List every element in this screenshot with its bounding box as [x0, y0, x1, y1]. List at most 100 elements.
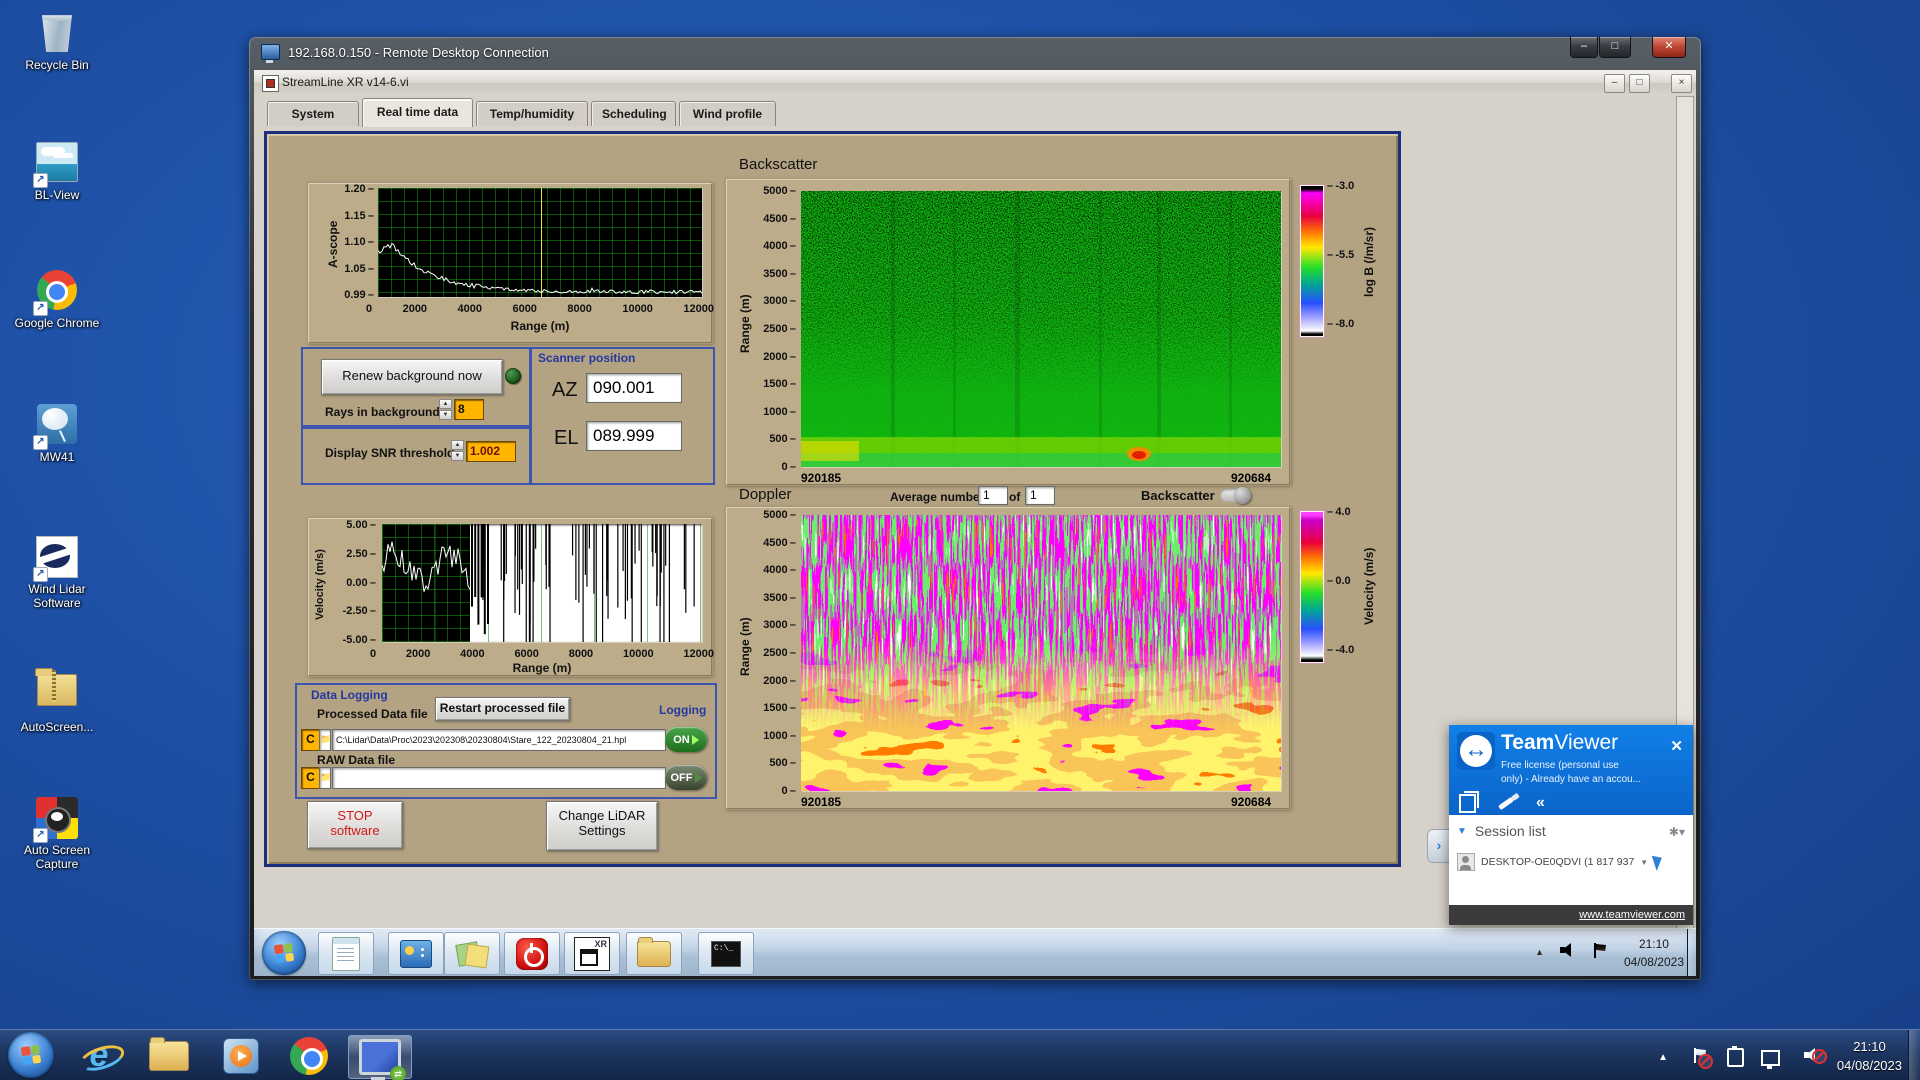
background-controls-box: Renew background now Rays in background …: [301, 347, 531, 429]
tray-expand-icon[interactable]: ▲: [1658, 1052, 1668, 1063]
remote-start-button[interactable]: [262, 931, 306, 975]
doppler-x-start: 920185: [801, 795, 842, 809]
restart-processed-file-button[interactable]: Restart processed file: [435, 697, 570, 721]
tab-system-setup[interactable]: System setup: [267, 101, 359, 145]
taskbar-chrome-icon[interactable]: [286, 1035, 332, 1077]
taskbar-wmp-icon[interactable]: [218, 1035, 264, 1077]
snr-spinner[interactable]: ▲ ▼: [451, 440, 464, 461]
processed-browse-icon[interactable]: 📁: [319, 729, 331, 751]
gear-icon[interactable]: ✱▾: [1669, 825, 1685, 839]
tab-real-time-data[interactable]: Real time data: [362, 98, 473, 127]
shortcut-arrow-icon: ↗: [33, 173, 48, 188]
processed-drive-box[interactable]: C: [301, 729, 320, 751]
teamviewer-logo-icon: [1457, 732, 1495, 770]
el-value-field[interactable]: 089.999: [586, 421, 682, 451]
rdp-titlebar: 192.168.0.150 - Remote Desktop Connectio…: [261, 44, 549, 63]
rdp-minimize-button[interactable]: –: [1570, 37, 1598, 58]
backscatter-yticks: 5000450040003500300025002000150010005000: [752, 185, 796, 473]
processed-path-field[interactable]: C:\Lidar\Data\Proc\2023\202308\20230804\…: [332, 729, 666, 751]
backscatter-heatmap: [801, 191, 1281, 467]
copy-icon[interactable]: [1459, 790, 1479, 813]
desktop-icon-autoscreen-zip[interactable]: AutoScreen...: [2, 666, 112, 735]
desktop-icon-label: BL-View: [34, 188, 80, 202]
tray-network-icon[interactable]: [1761, 1050, 1780, 1069]
remote-show-desktop-button[interactable]: [1687, 929, 1696, 976]
collapse-left-icon[interactable]: «: [1536, 794, 1545, 812]
data-logging-box: Data Logging Processed Data file Restart…: [295, 683, 717, 799]
backscatter-x-end: 920684: [1231, 471, 1272, 485]
tab-temp-humidity[interactable]: Temp/humidity: [476, 101, 588, 126]
teamviewer-brand: TeamViewer: [1501, 731, 1619, 754]
show-desktop-button[interactable]: [1908, 1030, 1920, 1080]
teamviewer-collapse-handle[interactable]: ›: [1427, 829, 1450, 863]
processed-logging-on-button[interactable]: ON: [665, 727, 707, 752]
remote-tray-volume-icon[interactable]: [1560, 943, 1576, 957]
rdp-maximize-button[interactable]: □: [1599, 37, 1631, 58]
taskbar-stop-app-icon[interactable]: [504, 932, 560, 975]
raw-drive-box[interactable]: C: [301, 767, 320, 789]
desktop-icon-chrome[interactable]: ↗ Google Chrome: [2, 268, 112, 331]
change-lidar-settings-button[interactable]: Change LiDAR Settings: [546, 801, 658, 851]
doppler-yticks: 5000450040003500300025002000150010005000: [752, 509, 796, 797]
teamviewer-close-icon[interactable]: ✕: [1670, 737, 1683, 755]
doppler-heatmap: [801, 515, 1281, 791]
app-close-button[interactable]: ×: [1671, 74, 1692, 93]
rays-spinner[interactable]: ▲ ▼: [439, 399, 452, 420]
remote-tray-action-center-icon[interactable]: [1594, 943, 1608, 958]
chevron-down-icon[interactable]: ▼: [1640, 858, 1648, 867]
teamviewer-footer: www.teamviewer.com: [1449, 905, 1693, 925]
az-value-field[interactable]: 090.001: [586, 373, 682, 403]
tab-scheduling[interactable]: Scheduling: [591, 101, 676, 126]
start-button[interactable]: [8, 1032, 54, 1078]
velocity-graph: Velocity (m/s) 5.002.500.00-2.50-5.00 02…: [307, 517, 714, 677]
average-number-field[interactable]: 1: [978, 486, 1008, 505]
raw-browse-icon[interactable]: 📁: [319, 767, 331, 789]
remote-cursor-icon: [1651, 853, 1666, 871]
tab-wind-profile[interactable]: Wind profile: [679, 101, 776, 126]
taskbar-control-app-icon[interactable]: [388, 932, 444, 975]
backscatter-title: Backscatter: [739, 156, 818, 173]
app-maximize-button[interactable]: □: [1629, 74, 1650, 93]
snr-value-field[interactable]: 1.002: [466, 441, 516, 462]
tray-volume-muted-icon[interactable]: [1804, 1048, 1827, 1064]
app-minimize-button[interactable]: –: [1604, 74, 1625, 93]
rays-value-field[interactable]: 8: [454, 399, 484, 420]
desktop-icon-recycle-bin[interactable]: Recycle Bin: [2, 10, 112, 73]
backscatter-toggle[interactable]: [1220, 487, 1251, 504]
stop-software-button[interactable]: STOP software: [307, 801, 403, 849]
taskbar-explorer-icon[interactable]: [146, 1035, 192, 1077]
raw-path-field[interactable]: [332, 767, 666, 789]
tray-action-center-icon[interactable]: [1694, 1048, 1713, 1069]
remote-clock: 21:10 04/08/2023: [1623, 937, 1684, 969]
taskbar-rdp-icon[interactable]: [348, 1035, 412, 1080]
background-led-indicator: [505, 368, 521, 384]
logging-label: Logging: [659, 703, 707, 717]
tray-battery-icon[interactable]: [1727, 1046, 1744, 1067]
doppler-title: Doppler: [739, 486, 792, 503]
taskbar-ie-icon[interactable]: e: [76, 1035, 122, 1077]
desktop-icon-auto-screen-capture[interactable]: ↗ Auto Screen Capture: [2, 796, 112, 872]
session-list-item[interactable]: DESKTOP-OE0QDVI (1 817 937 ▼: [1457, 853, 1666, 871]
desktop-icon-bl-view[interactable]: ↗ BL-View: [2, 140, 112, 203]
taskbar-streamline-xr-icon[interactable]: [564, 932, 620, 975]
remote-tray-expand-icon[interactable]: ▲: [1535, 947, 1544, 957]
average-count-field[interactable]: 1: [1025, 486, 1055, 505]
desktop-icon-mw41[interactable]: ↗ MW41: [2, 402, 112, 465]
brush-icon[interactable]: [1498, 796, 1514, 810]
session-list-header[interactable]: ▼ Session list: [1457, 823, 1546, 839]
app-title: StreamLine XR v14-6.vi: [282, 75, 409, 89]
taskbar-folder-icon[interactable]: [626, 932, 682, 975]
taskbar-notepad-icon[interactable]: [318, 932, 374, 975]
taskbar-sticky-notes-icon[interactable]: [444, 932, 500, 975]
teamviewer-link[interactable]: www.teamviewer.com: [1579, 909, 1685, 921]
avatar: [1457, 853, 1475, 871]
doppler-graph: Range (m) 500045004000350030002500200015…: [725, 506, 1291, 810]
desktop-icon-wind-lidar[interactable]: ↗ Wind Lidar Software: [2, 534, 112, 611]
rdp-close-button[interactable]: ✕: [1652, 37, 1686, 58]
renew-background-button[interactable]: Renew background now: [321, 359, 503, 395]
shortcut-arrow-icon: ↗: [33, 567, 48, 582]
scanner-position-title: Scanner position: [538, 351, 636, 365]
raw-logging-off-button[interactable]: OFF: [665, 765, 707, 790]
taskbar-cmd-icon[interactable]: C:\_: [698, 932, 754, 975]
ascope-plot: [378, 188, 702, 297]
